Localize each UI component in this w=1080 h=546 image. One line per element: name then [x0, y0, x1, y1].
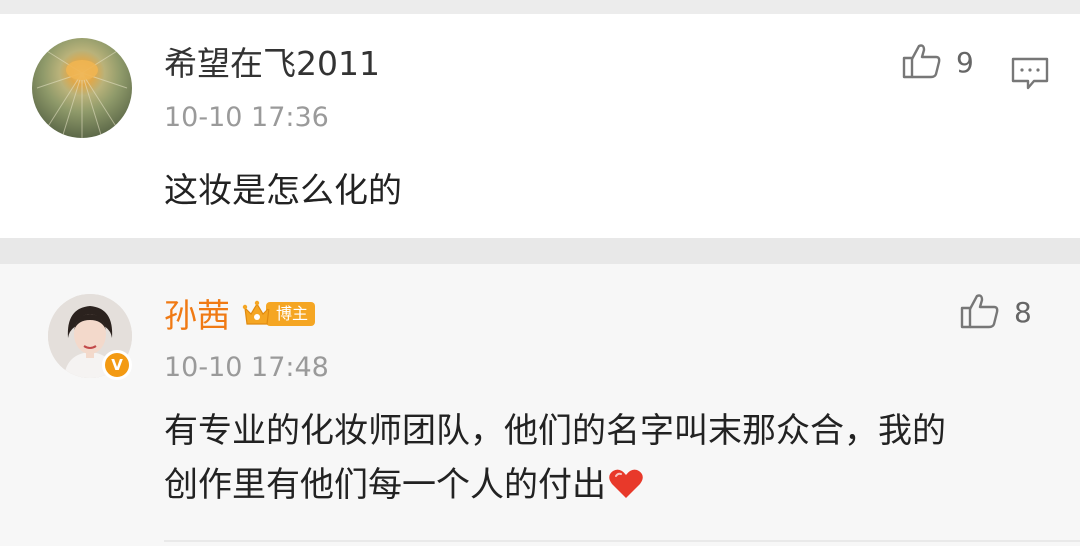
- comment-text: 这妆是怎么化的: [164, 171, 402, 211]
- thumbs-up-icon: [960, 292, 1000, 334]
- like-button[interactable]: 9: [902, 42, 974, 84]
- blogger-tag: 博主: [266, 302, 316, 326]
- thumbs-up-icon: [902, 42, 942, 84]
- comment-list: 希望在飞2011 10-10 17:36 这妆是怎么化的 9 V 孙茜 博主 1…: [0, 0, 1080, 546]
- blogger-badge: 博主: [242, 298, 316, 330]
- comment-text-line: 有专业的化妆师团队，他们的名字叫末那众合，我的: [164, 411, 946, 451]
- comment-text-segment: 创作里有他们每一个人的付出: [164, 465, 606, 505]
- username[interactable]: 孙茜: [164, 296, 230, 336]
- avatar[interactable]: [32, 38, 132, 138]
- like-count: 8: [1014, 296, 1032, 329]
- verified-badge: V: [102, 350, 132, 380]
- comment-bubble-icon[interactable]: [1010, 56, 1050, 96]
- divider: [164, 540, 1080, 542]
- timestamp: 10-10 17:36: [164, 102, 329, 133]
- comment-item: 希望在飞2011 10-10 17:36 这妆是怎么化的 9: [0, 14, 1080, 238]
- crown-icon: [242, 298, 272, 330]
- like-button[interactable]: 8: [960, 292, 1032, 334]
- top-divider: [0, 0, 1080, 14]
- section-divider: [0, 238, 1080, 264]
- username[interactable]: 希望在飞2011: [164, 44, 380, 84]
- comment-text-line: 创作里有他们每一个人的付出: [164, 458, 1034, 516]
- timestamp: 10-10 17:48: [164, 352, 329, 383]
- comment-item: V 孙茜 博主 10-10 17:48 有专业的化妆师团队，他们的名字叫末那众合…: [0, 264, 1080, 546]
- like-count: 9: [956, 46, 974, 79]
- heart-icon: [608, 462, 644, 516]
- comment-text: 有专业的化妆师团队，他们的名字叫末那众合，我的 创作里有他们每一个人的付出: [164, 404, 1034, 516]
